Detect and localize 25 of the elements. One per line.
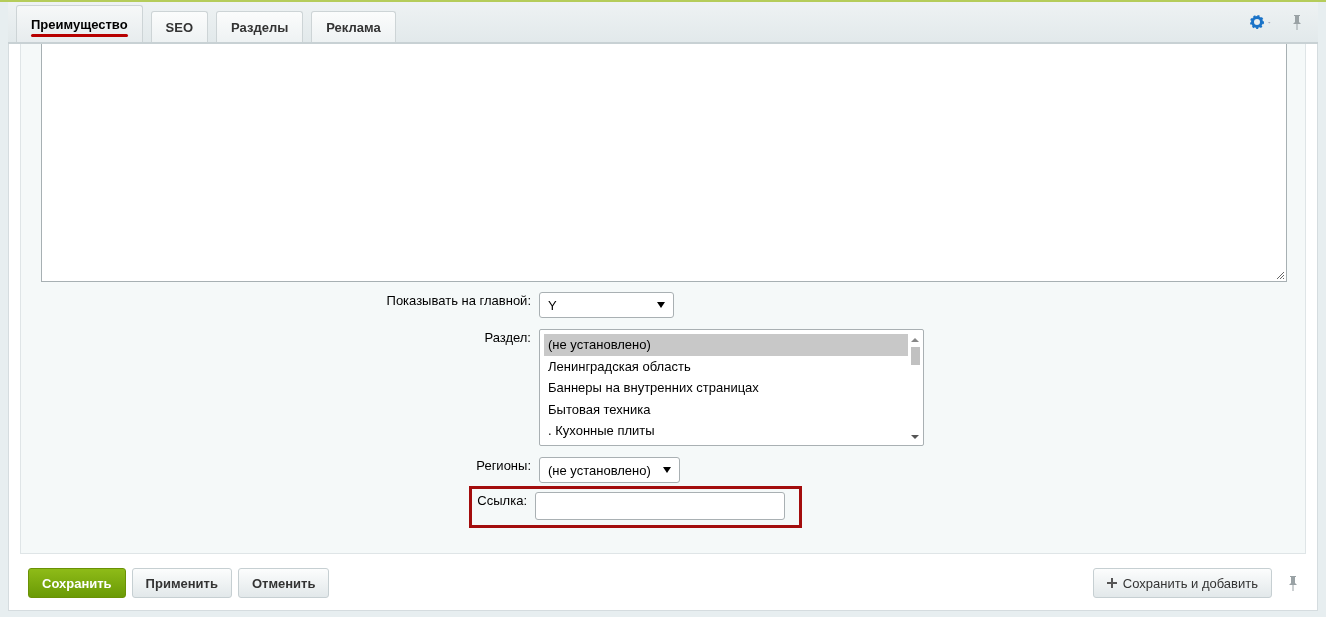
- tab[interactable]: SEO: [150, 11, 209, 42]
- list-option[interactable]: Ленинградская область: [544, 355, 908, 377]
- caret-icon: [657, 302, 665, 308]
- pin-icon[interactable]: [1292, 14, 1302, 30]
- field-label: Раздел:: [483, 329, 531, 345]
- dropdown[interactable]: (не установлено): [539, 457, 680, 483]
- pin-icon[interactable]: [1288, 575, 1298, 591]
- list-option[interactable]: (не установлено): [544, 334, 908, 356]
- caret-icon: [662, 467, 671, 473]
- field-label: Ссылка:: [476, 492, 527, 510]
- list-option[interactable]: Баннеры на внутренних страницах: [544, 377, 908, 399]
- tab[interactable]: Разделы: [216, 11, 304, 42]
- action-button[interactable]: Отменить: [237, 568, 330, 598]
- list-option[interactable]: . Кухонные плиты: [544, 420, 908, 442]
- save-and-add-button[interactable]: Сохранить и добавить: [1092, 568, 1272, 598]
- list-option[interactable]: Бытовая техника: [544, 398, 908, 420]
- field-label: Регионы:: [475, 457, 531, 473]
- plus-icon: [1106, 578, 1117, 588]
- resize-grip-icon[interactable]: [1276, 271, 1285, 280]
- field-label: Показывать на главной:: [385, 292, 531, 308]
- action-button[interactable]: Применить: [131, 568, 232, 598]
- tab[interactable]: Реклама: [311, 11, 396, 42]
- dropdown[interactable]: Y: [539, 292, 674, 318]
- link-input-field[interactable]: [535, 492, 785, 520]
- tab[interactable]: Преимущество: [16, 5, 143, 42]
